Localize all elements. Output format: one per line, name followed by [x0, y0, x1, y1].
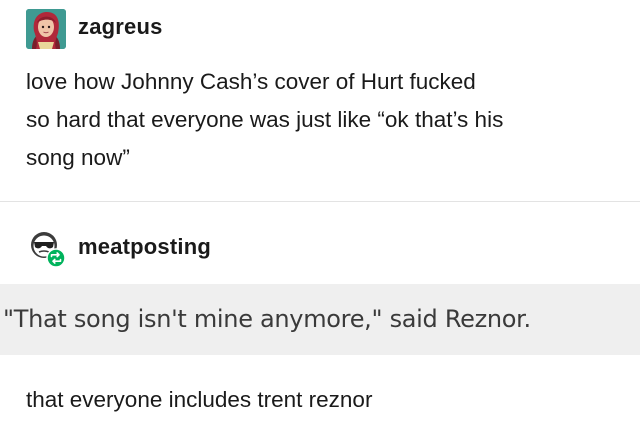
post-text-line: love how Johnny Cash’s cover of Hurt fuc… [26, 69, 476, 94]
reblog-arrows-icon [46, 248, 66, 268]
post-text-line: so hard that everyone was just like “ok … [26, 107, 504, 132]
quote-text: "That song isn't mine anymore," said Rez… [3, 305, 531, 333]
post-zagreus: zagreus love how Johnny Cash’s cover of … [0, 0, 640, 202]
illustrated-portrait-avatar-icon [26, 9, 66, 49]
post-text: that everyone includes trent reznor [26, 387, 373, 412]
avatar[interactable] [26, 228, 66, 268]
post-text: love how Johnny Cash’s cover of Hurt fuc… [26, 63, 626, 177]
username-meatposting[interactable]: meatposting [78, 234, 211, 260]
avatar[interactable] [26, 9, 66, 49]
username-zagreus[interactable]: zagreus [78, 14, 163, 40]
post-divider [0, 201, 640, 202]
post-text-line: song now” [26, 145, 130, 170]
